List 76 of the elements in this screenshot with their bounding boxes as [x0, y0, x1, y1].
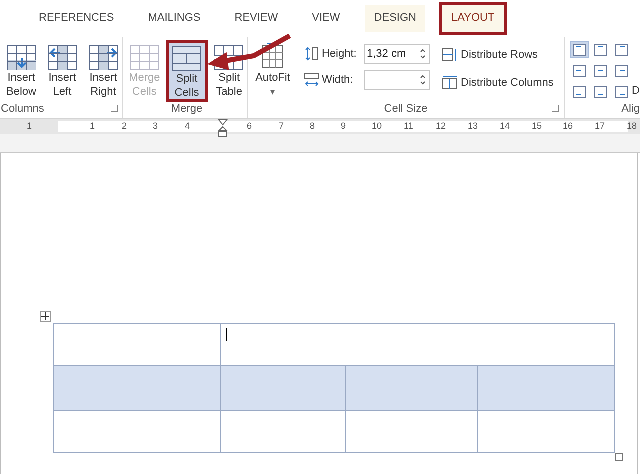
ruler-number: 1	[90, 120, 96, 132]
spinner-icon[interactable]	[420, 74, 426, 86]
insert-left-icon	[48, 45, 78, 71]
distribute-columns-icon	[442, 76, 458, 90]
split-cells-icon	[172, 46, 202, 72]
ribbon-tab[interactable]: LAYOUT	[439, 2, 507, 35]
align-button[interactable]	[612, 84, 631, 101]
table-cell[interactable]	[478, 366, 615, 411]
align-button[interactable]	[612, 62, 631, 80]
ruler-number: 14	[500, 120, 510, 132]
width-icon	[304, 72, 320, 88]
table-cell[interactable]	[220, 411, 346, 453]
dialog-launcher-icon[interactable]	[552, 105, 559, 112]
table-move-handle-icon[interactable]	[40, 311, 51, 322]
distribute-button[interactable]: Distribute Columns	[442, 74, 554, 92]
grid-icon	[130, 45, 160, 71]
indent-marker-icon[interactable]	[218, 119, 228, 139]
ribbon-button[interactable]: Insert Below	[3, 42, 40, 104]
align-button[interactable]	[570, 84, 589, 101]
table-cell[interactable]	[346, 411, 478, 453]
ribbon-button[interactable]: Split Cells	[166, 40, 208, 102]
ribbon-tab[interactable]: MAILINGS	[139, 5, 210, 32]
table-resize-handle-icon[interactable]	[615, 453, 623, 461]
group-label: Columns	[1, 102, 44, 117]
insert-below-icon	[6, 45, 36, 71]
distribute-button[interactable]: Distribute Rows	[442, 46, 554, 64]
autofit-button[interactable]: AutoFit ▾	[254, 42, 292, 101]
spinner-icon[interactable]	[420, 48, 426, 60]
ribbon-button[interactable]: Insert Left	[44, 42, 81, 104]
table-cell[interactable]	[478, 411, 615, 453]
ruler-number: 15	[532, 120, 542, 132]
table-cell[interactable]	[54, 324, 221, 366]
ribbon-tab[interactable]: REFERENCES	[30, 5, 124, 32]
dialog-launcher-icon[interactable]	[111, 105, 118, 112]
insert-right-icon	[88, 45, 118, 71]
align-button[interactable]	[591, 84, 610, 101]
align-button[interactable]	[570, 41, 589, 58]
ruler-number: 17	[595, 120, 606, 132]
ribbon-tab[interactable]: DESIGN	[365, 5, 426, 32]
ribbon-button[interactable]: Insert Right	[85, 42, 122, 104]
field-label: Width:	[322, 72, 354, 88]
cut-label: D	[632, 84, 640, 99]
field-label: Height:	[322, 46, 358, 62]
ruler-number: 13	[468, 120, 478, 132]
table-cell[interactable]	[220, 324, 615, 366]
group-label: Alig	[622, 102, 640, 117]
align-button[interactable]	[591, 41, 610, 58]
group-label: Cell Size	[384, 102, 428, 117]
ribbon-tab[interactable]: REVIEW	[226, 5, 288, 32]
table-cell[interactable]	[54, 411, 221, 453]
align-button[interactable]	[612, 41, 631, 58]
table-cell[interactable]	[346, 366, 478, 411]
ruler-number: 11	[404, 120, 414, 132]
table-cell[interactable]	[220, 366, 346, 411]
table-cell[interactable]	[54, 366, 221, 411]
distribute-rows-icon	[442, 48, 458, 62]
width-field[interactable]	[364, 70, 430, 90]
ruler-number: 18	[627, 120, 638, 132]
ruler-number: 8	[310, 120, 316, 132]
height-field[interactable]: 1,32 cm	[364, 44, 430, 64]
text-cursor	[226, 328, 227, 341]
ruler-number: 9	[341, 120, 346, 132]
ruler-number: 2	[122, 120, 128, 132]
ruler-number: 16	[563, 120, 574, 132]
ruler-number: 12	[436, 120, 446, 132]
ruler-number: 4	[185, 120, 190, 132]
ruler-number: 6	[247, 120, 252, 132]
ruler-number: 7	[279, 120, 284, 132]
ruler-number: 3	[153, 120, 158, 132]
ribbon-tab[interactable]: VIEW	[303, 5, 350, 32]
align-button[interactable]	[570, 62, 589, 80]
height-icon	[304, 46, 320, 62]
group-label: Merge	[171, 102, 203, 117]
ruler-number: 1	[27, 120, 32, 132]
align-button[interactable]	[591, 62, 610, 80]
ruler-number: 10	[372, 120, 382, 132]
